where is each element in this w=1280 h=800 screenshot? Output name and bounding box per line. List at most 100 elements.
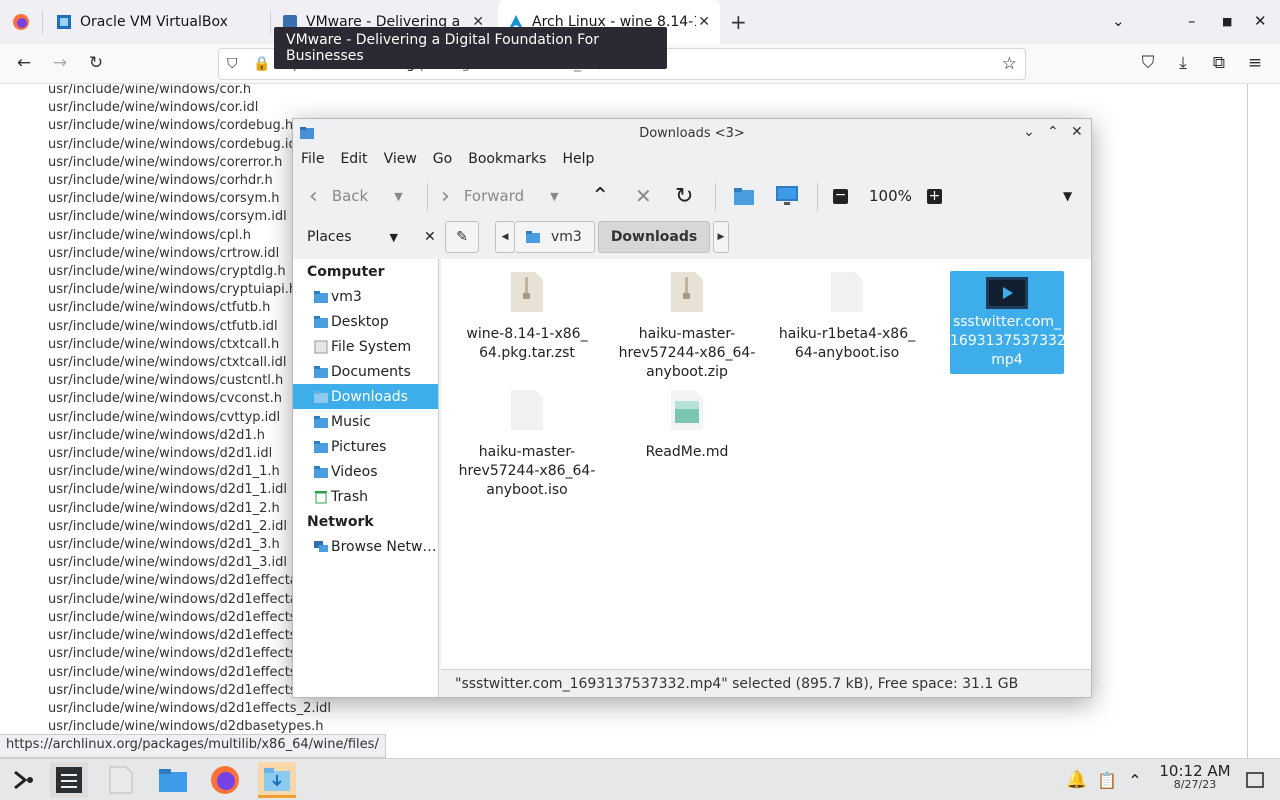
back-label: Back (331, 187, 369, 205)
file-list-row: usr/include/wine/windows/d2d1effects_ (48, 682, 304, 698)
tray-expand-chevron-icon[interactable]: ⌃ (1116, 762, 1154, 798)
forward-arrow-icon[interactable]: → (49, 52, 71, 74)
computer-icon[interactable] (775, 183, 799, 209)
close-window-icon[interactable]: ✕ (1254, 12, 1267, 30)
reload-icon[interactable]: ↻ (85, 52, 107, 74)
breadcrumb-downloads[interactable]: Downloads (598, 221, 710, 253)
markdown-icon (671, 390, 703, 430)
zoom-level[interactable]: 100% (869, 183, 912, 209)
sidebar-item-browse-network[interactable]: Browse Netw… (293, 534, 438, 559)
file-item[interactable]: haiku-master- hrev57244-x86_64- anyboot.… (457, 389, 597, 500)
menu-edit[interactable]: Edit (332, 149, 375, 173)
sidebar-item-documents[interactable]: Documents (293, 359, 438, 384)
file-view[interactable]: wine-8.14-1-x86_ 64.pkg.tar.zst haiku-ma… (441, 259, 1091, 669)
places-close-icon[interactable]: ✕ (424, 229, 436, 245)
file-item[interactable]: wine-8.14-1-x86_ 64.pkg.tar.zst (457, 271, 597, 363)
clock[interactable]: 10:12 AM 8/27/23 (1150, 762, 1240, 791)
file-list-row: usr/include/wine/windows/corsym.h (48, 191, 280, 207)
file-item-selected[interactable]: ssstwitter.com_ 1693137537332. mp4 (937, 271, 1077, 374)
file-list-row: usr/include/wine/windows/d2d1.idl (48, 446, 273, 462)
shield-icon[interactable]: ⛉ (227, 56, 247, 72)
sidebar-item-music[interactable]: Music (293, 409, 438, 434)
close-icon[interactable]: ✕ (1071, 124, 1083, 140)
firefox-taskbar-icon[interactable] (206, 762, 244, 798)
window-titlebar[interactable]: Downloads <3> ⌄ ⌃ ✕ (293, 119, 1091, 147)
breadcrumb-downloads-label: Downloads (610, 229, 698, 245)
tab-tooltip: VMware - Delivering a Digital Foundation… (274, 27, 667, 69)
menu-go[interactable]: Go (425, 149, 460, 173)
sidebar-item-desktop[interactable]: Desktop (293, 309, 438, 334)
new-tab-icon[interactable]: + (730, 10, 747, 34)
text-editor-icon[interactable] (102, 762, 140, 798)
lock-icon[interactable]: 🔒 (253, 56, 273, 72)
menu-view[interactable]: View (376, 149, 425, 173)
file-list-row: usr/include/wine/windows/cordebug.h (48, 118, 294, 134)
up-button[interactable]: ⌃ (591, 183, 609, 209)
back-button[interactable]: ‹ Back ▼ (309, 183, 403, 209)
menu-file[interactable]: File (293, 149, 332, 173)
firefox-menu-icon[interactable] (10, 11, 32, 33)
back-arrow-icon[interactable]: ← (13, 52, 35, 74)
sidebar-item-label: Trash (331, 488, 368, 505)
minimize-icon[interactable]: – (1188, 12, 1196, 30)
disc-image-icon (831, 272, 863, 312)
sidebar-item-label: Documents (331, 363, 411, 380)
file-list-row: usr/include/wine/windows/cor.idl (48, 100, 259, 116)
home-folder-icon[interactable] (733, 183, 755, 209)
application-launcher-icon[interactable] (4, 762, 42, 798)
file-list-row: usr/include/wine/windows/cpl.h (48, 227, 251, 243)
close-icon[interactable]: ✕ (698, 14, 710, 30)
tab-virtualbox[interactable]: Oracle VM VirtualBox (46, 0, 268, 44)
maximize-icon[interactable]: ■ (1222, 15, 1232, 28)
sidebar-item-filesystem[interactable]: File System (293, 334, 438, 359)
downloads-icon[interactable]: ⤓ (1172, 52, 1194, 74)
forward-button[interactable]: › Forward ▼ (441, 183, 559, 209)
sidebar-item-pictures[interactable]: Pictures (293, 434, 438, 459)
breadcrumb-scroll-right[interactable]: ▶ (713, 221, 729, 253)
zoom-in-icon[interactable]: + (927, 183, 942, 209)
downloads-window-taskbar-item[interactable] (258, 762, 296, 798)
sidebar-item-label: Music (331, 413, 371, 430)
breadcrumb-scroll-left[interactable]: ◀ (495, 221, 515, 253)
pictures-folder-icon (314, 440, 328, 453)
file-item[interactable]: ReadMe.md (617, 389, 757, 462)
file-item[interactable]: haiku-r1beta4-x86_ 64-anyboot.iso (777, 271, 917, 363)
sidebar-item-downloads[interactable]: Downloads (293, 384, 438, 409)
stop-button[interactable]: ✕ (635, 183, 652, 209)
file-list-row: usr/include/wine/windows/ctxtcall.idl (48, 355, 287, 371)
reload-button[interactable]: ↻ (675, 183, 693, 209)
sidebar-item-trash[interactable]: Trash (293, 484, 438, 509)
menu-bookmarks[interactable]: Bookmarks (460, 149, 554, 173)
file-item[interactable]: haiku-master- hrev57244-x86_64- anyboot.… (617, 271, 757, 382)
file-manager-taskbar-icon[interactable] (154, 762, 192, 798)
status-bar: "ssstwitter.com_1693137537332.mp4" selec… (441, 669, 1091, 697)
home-folder-icon (526, 231, 540, 243)
bookmark-star-icon[interactable]: ☆ (1002, 54, 1017, 74)
hamburger-menu-icon[interactable]: ≡ (1244, 52, 1266, 74)
sidebar-item-videos[interactable]: Videos (293, 459, 438, 484)
chevron-right-icon: › (441, 183, 450, 209)
toolbar-overflow-icon[interactable]: ▼ (1063, 183, 1072, 209)
places-dropdown-icon[interactable]: ▼ (390, 231, 398, 244)
show-desktop-icon[interactable] (1236, 762, 1274, 798)
drive-icon (314, 340, 328, 353)
file-list-row: usr/include/wine/windows/ctfutb.idl (48, 318, 278, 334)
pocket-icon[interactable]: ⛉ (1137, 52, 1159, 74)
tab-list-chevron-icon[interactable]: ⌄ (1112, 12, 1125, 30)
menu-help[interactable]: Help (554, 149, 602, 173)
videos-folder-icon (314, 465, 328, 478)
sidebar-item-label: Videos (331, 463, 378, 480)
system-settings-icon[interactable] (50, 762, 88, 798)
sidebar-item-label: Pictures (331, 438, 387, 455)
breadcrumb-vm3[interactable]: vm3 (515, 221, 595, 253)
window-title: Downloads <3> (639, 125, 745, 141)
file-list-row: usr/include/wine/windows/cordebug.idl (48, 136, 301, 152)
file-list-row: usr/include/wine/windows/d2d1effects_2.i… (48, 700, 331, 716)
extensions-icon[interactable]: ⧉ (1208, 52, 1230, 74)
maximize-icon[interactable]: ⌃ (1047, 124, 1059, 140)
sidebar-item-vm3[interactable]: vm3 (293, 284, 438, 309)
zoom-out-icon[interactable]: − (833, 183, 848, 209)
edit-location-button[interactable]: ✎ (445, 221, 479, 253)
minimize-icon[interactable]: ⌄ (1023, 124, 1035, 140)
chevron-left-icon: ‹ (309, 183, 318, 209)
